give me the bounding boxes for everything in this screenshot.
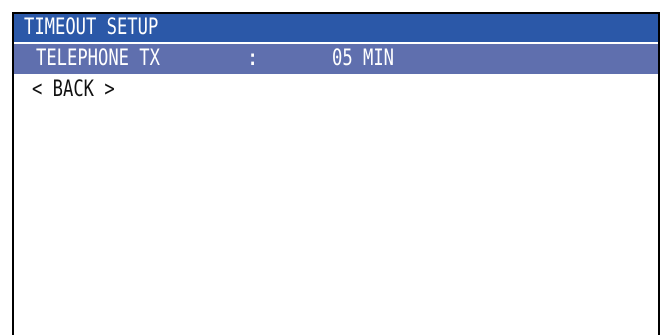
page-title: TIMEOUT SETUP [24, 15, 159, 40]
back-label: < BACK > [32, 77, 115, 102]
back-button[interactable]: < BACK > [14, 74, 658, 106]
menu-item-telephone-tx[interactable]: TELEPHONE TX : 05 MIN [14, 42, 658, 74]
menu-item-label: TELEPHONE TX [36, 46, 160, 71]
menu-item-separator: : [246, 46, 260, 71]
menu-item-value: 05 MIN [332, 46, 394, 71]
title-bar: TIMEOUT SETUP [14, 14, 658, 42]
timeout-setup-screen: TIMEOUT SETUP TELEPHONE TX : 05 MIN < BA… [12, 12, 660, 335]
